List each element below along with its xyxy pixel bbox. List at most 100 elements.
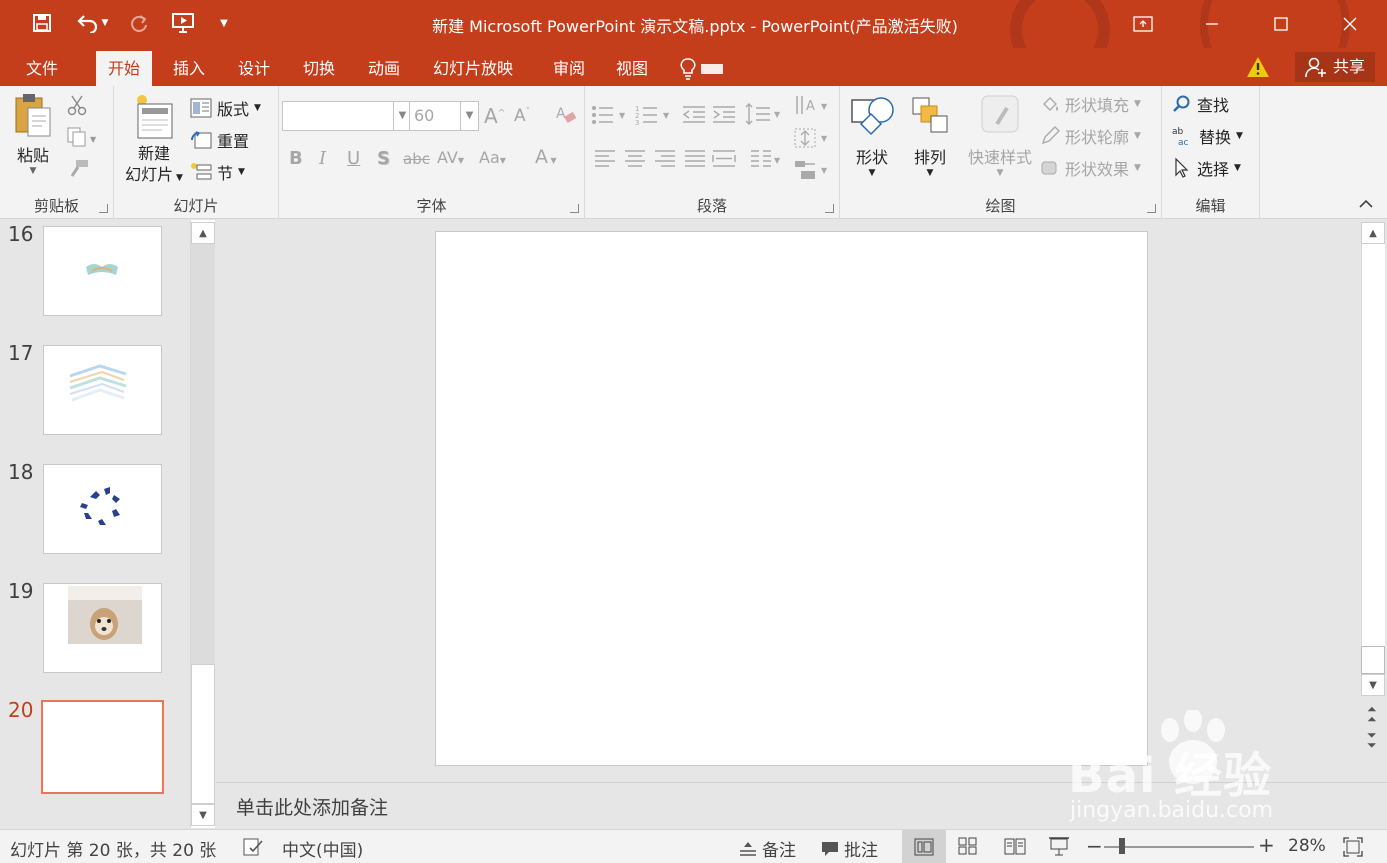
comments-button[interactable]: 批注 [820, 836, 878, 861]
select-button[interactable]: 选择 ▼ [1172, 156, 1241, 180]
notes-pane[interactable]: 单击此处添加备注 [216, 782, 1387, 828]
strikethrough-icon[interactable]: abc [403, 150, 430, 168]
shapes-button[interactable]: 形状 ▼ [846, 94, 898, 178]
tab-design[interactable]: 设计 [226, 51, 282, 86]
cut-icon[interactable] [66, 94, 88, 121]
thumbnail-scrollbar[interactable]: ▲ ▼ [190, 220, 215, 828]
quick-styles-button[interactable]: 快速样式 ▼ [960, 94, 1040, 178]
slide-thumbnail-selected[interactable] [41, 700, 164, 794]
tell-me-lightbulb-icon[interactable] [680, 56, 740, 82]
current-slide-canvas[interactable] [435, 231, 1148, 766]
align-left-icon[interactable] [593, 148, 617, 170]
scrollbar-thumb[interactable] [191, 664, 215, 804]
change-case-icon[interactable]: Aa▼ [479, 148, 506, 167]
tab-file[interactable]: 文件 [14, 51, 70, 86]
underline-icon[interactable]: U [347, 148, 360, 169]
slide-thumbnail[interactable] [43, 345, 162, 435]
font-color-icon[interactable]: A ▼ [535, 146, 557, 168]
save-icon[interactable] [28, 10, 56, 36]
line-spacing-icon[interactable]: ▼ [745, 102, 785, 126]
paste-button[interactable]: 粘贴 ▼ [8, 92, 58, 176]
slide-thumbnail[interactable] [43, 226, 162, 316]
scrollbar-track[interactable] [1361, 244, 1385, 646]
grow-font-icon[interactable]: A^ [484, 104, 505, 128]
reading-view-icon[interactable] [1004, 837, 1026, 860]
slide-thumbnail[interactable] [43, 464, 162, 554]
previous-slide-icon[interactable]: ⏶ ⏶ [1367, 703, 1377, 725]
close-icon[interactable] [1327, 0, 1373, 48]
tab-slideshow[interactable]: 幻灯片放映 [421, 51, 525, 86]
clipboard-launcher-icon[interactable] [99, 204, 108, 213]
distribute-icon[interactable] [711, 148, 737, 170]
decrease-indent-icon[interactable] [681, 104, 707, 126]
scroll-up-icon[interactable]: ▲ [1361, 222, 1385, 244]
slide-thumbnail[interactable] [43, 583, 162, 673]
zoom-in-icon[interactable]: + [1258, 833, 1275, 857]
collapse-ribbon-icon[interactable] [1358, 198, 1378, 214]
maximize-icon[interactable] [1258, 0, 1304, 48]
tab-insert[interactable]: 插入 [161, 51, 217, 86]
new-slide-button[interactable]: 新建 幻灯片 ▼ [118, 92, 190, 189]
bullets-icon[interactable]: ▼ [591, 104, 631, 126]
scroll-down-icon[interactable]: ▼ [1361, 674, 1385, 696]
next-slide-icon[interactable]: ⏷ ⏷ [1367, 729, 1377, 751]
copy-icon[interactable]: ▼ [66, 126, 98, 153]
shape-outline-button[interactable]: 形状轮廓 ▼ [1040, 124, 1141, 148]
justify-icon[interactable] [683, 148, 707, 170]
font-launcher-icon[interactable] [570, 204, 579, 213]
scrollbar-track[interactable] [191, 244, 215, 664]
tab-view[interactable]: 视图 [604, 51, 660, 86]
zoom-slider-thumb[interactable] [1119, 838, 1125, 854]
shrink-font-icon[interactable]: Aˇ [514, 106, 530, 126]
replace-button[interactable]: ab ac 替换 ▼ [1172, 124, 1243, 148]
font-name-input[interactable]: ▼ [282, 101, 412, 131]
shape-effects-button[interactable]: 形状效果 ▼ [1040, 156, 1141, 180]
slide-sorter-icon[interactable] [958, 837, 978, 860]
tab-home[interactable]: 开始 [96, 51, 153, 86]
editor-scrollbar[interactable]: ▲ ▼ ⏶ ⏶ ⏷ ⏷ [1359, 220, 1387, 782]
find-button[interactable]: 查找 [1172, 92, 1229, 116]
shape-fill-button[interactable]: 形状填充 ▼ [1040, 92, 1141, 116]
share-button[interactable]: 共享 [1294, 52, 1375, 82]
convert-smartart-icon[interactable]: ▼ [793, 158, 833, 182]
scroll-down-icon[interactable]: ▼ [191, 804, 215, 826]
zoom-out-icon[interactable]: − [1086, 834, 1103, 858]
bold-icon[interactable]: B [289, 148, 303, 169]
align-center-icon[interactable] [623, 148, 647, 170]
scrollbar-thumb[interactable] [1361, 646, 1385, 674]
paragraph-launcher-icon[interactable] [825, 204, 834, 213]
minimize-icon[interactable] [1189, 0, 1235, 48]
layout-button[interactable]: 版式 ▼ [190, 96, 261, 120]
tab-review[interactable]: 审阅 [541, 51, 597, 86]
slideshow-icon[interactable] [1048, 836, 1070, 861]
notes-placeholder[interactable]: 单击此处添加备注 [236, 793, 388, 820]
numbering-icon[interactable]: 123▼ [635, 104, 675, 126]
undo-icon[interactable]: ▼ [72, 10, 112, 36]
normal-view-icon[interactable] [902, 830, 946, 863]
zoom-slider-track[interactable] [1104, 846, 1254, 848]
text-direction-icon[interactable]: A ▼ [793, 94, 833, 118]
clear-formatting-icon[interactable]: A [555, 104, 577, 131]
fit-to-window-icon[interactable] [1343, 837, 1363, 862]
language-indicator[interactable]: 中文(中国) [282, 836, 363, 861]
align-text-icon[interactable]: ▼ [793, 126, 833, 150]
font-size-input[interactable]: 60 ▼ [409, 101, 479, 131]
customize-qat-icon[interactable]: ▼ [214, 10, 234, 36]
zoom-level[interactable]: 28% [1288, 836, 1326, 856]
redo-icon[interactable] [124, 10, 154, 36]
warning-icon[interactable] [1246, 56, 1272, 80]
italic-icon[interactable]: I [319, 148, 326, 169]
character-spacing-icon[interactable]: AV▼ [437, 148, 464, 167]
scroll-up-icon[interactable]: ▲ [191, 222, 215, 244]
tab-transitions[interactable]: 切换 [291, 51, 347, 86]
arrange-button[interactable]: 排列 ▼ [904, 94, 956, 178]
align-right-icon[interactable] [653, 148, 677, 170]
drawing-launcher-icon[interactable] [1147, 204, 1156, 213]
format-painter-icon[interactable] [66, 158, 90, 185]
spell-check-icon[interactable] [242, 837, 264, 857]
start-from-beginning-icon[interactable] [168, 10, 198, 36]
section-button[interactable]: 节 ▼ [190, 160, 245, 184]
tab-animations[interactable]: 动画 [356, 51, 412, 86]
text-shadow-icon[interactable]: S [377, 148, 390, 169]
notes-button[interactable]: 备注 [738, 836, 796, 861]
